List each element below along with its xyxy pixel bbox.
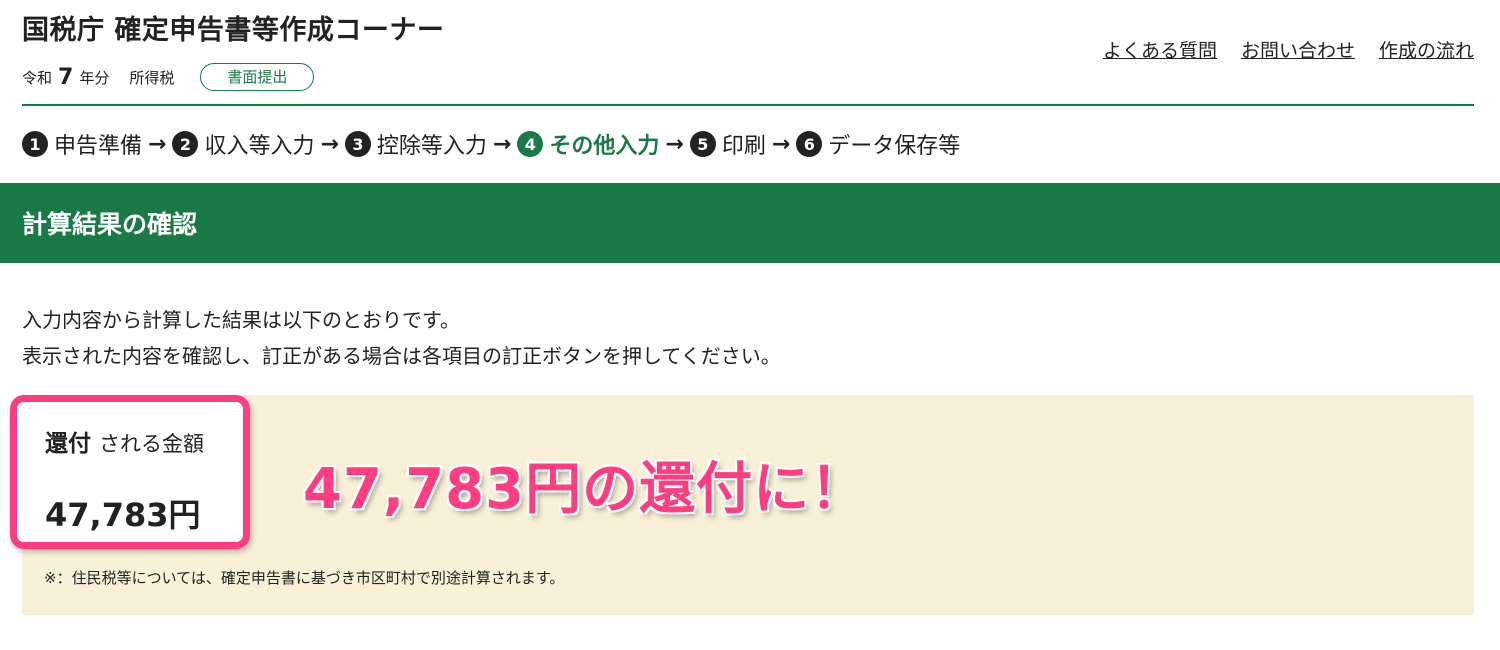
step-4-label: その他入力 [549,134,660,159]
arrow-right-icon: → [771,131,791,157]
step-5-number-icon: 5 [689,131,716,157]
refund-label-rest: される金額 [99,432,204,456]
submission-method-badge: 書面提出 [200,63,315,91]
tax-year: 7 [58,64,74,90]
intro-line-1: 入力内容から計算した結果は以下のとおりです。 [22,308,460,332]
header-links: よくある質問 お問い合わせ 作成の流れ [1103,36,1474,63]
refund-amount-card: 還付 される金額 47,783円 [10,395,250,549]
step-6-label: データ保存等 [828,134,961,159]
arrow-right-icon: → [665,131,684,157]
intro-line-2: 表示された内容を確認し、訂正がある場合は各項目の訂正ボタンを押してください。 [22,344,781,368]
step-1-label: 申告準備 [54,134,143,159]
tax-type-label: 所得税 [129,68,175,87]
step-6: 6 データ保存等 [796,128,960,160]
app-title: 国税庁 確定申告書等作成コーナー [22,15,445,46]
step-4-current: 4 その他入力 [517,128,659,160]
arrow-right-icon: → [320,131,339,157]
flow-link[interactable]: 作成の流れ [1379,36,1474,63]
contact-link[interactable]: お問い合わせ [1241,36,1355,63]
faq-link[interactable]: よくある質問 [1103,36,1217,63]
year-unit-label: 年分 [79,68,110,87]
step-3-number-icon: 3 [344,131,371,157]
era-label: 令和 [22,68,53,87]
step-2: 2 収入等入力 [172,128,314,160]
progress-steps: 1 申告準備 → 2 収入等入力 → 3 控除等入力 → 4 その他入力 → 5… [22,127,960,161]
step-5-label: 印刷 [721,134,766,159]
step-2-label: 収入等入力 [204,134,315,159]
arrow-right-icon: → [492,131,512,157]
step-3-label: 控除等入力 [376,134,487,159]
tax-year-info: 令和 7 年分 所得税 書面提出 [22,62,315,92]
step-1: 1 申告準備 [22,128,142,160]
step-1-number-icon: 1 [22,131,48,157]
header-divider [22,104,1474,106]
annotation-callout: 47,783円の還付に！ [303,457,868,522]
step-3: 3 控除等入力 [344,128,487,160]
step-2-number-icon: 2 [172,131,199,157]
resident-tax-note: ※：住民税等については、確定申告書に基づき市区町村で別途計算されます。 [44,569,565,587]
refund-label-strong: 還付 [45,431,91,457]
section-title: 計算結果の確認 [22,210,198,239]
section-header: 計算結果の確認 [0,183,1500,263]
refund-label: 還付 される金額 [45,424,204,458]
step-6-number-icon: 6 [796,131,823,157]
refund-amount: 47,783円 [45,496,201,534]
intro-text: 入力内容から計算した結果は以下のとおりです。 表示された内容を確認し、訂正がある… [22,302,781,374]
step-4-number-icon: 4 [517,131,544,157]
arrow-right-icon: → [148,131,167,157]
step-5: 5 印刷 [689,128,766,160]
